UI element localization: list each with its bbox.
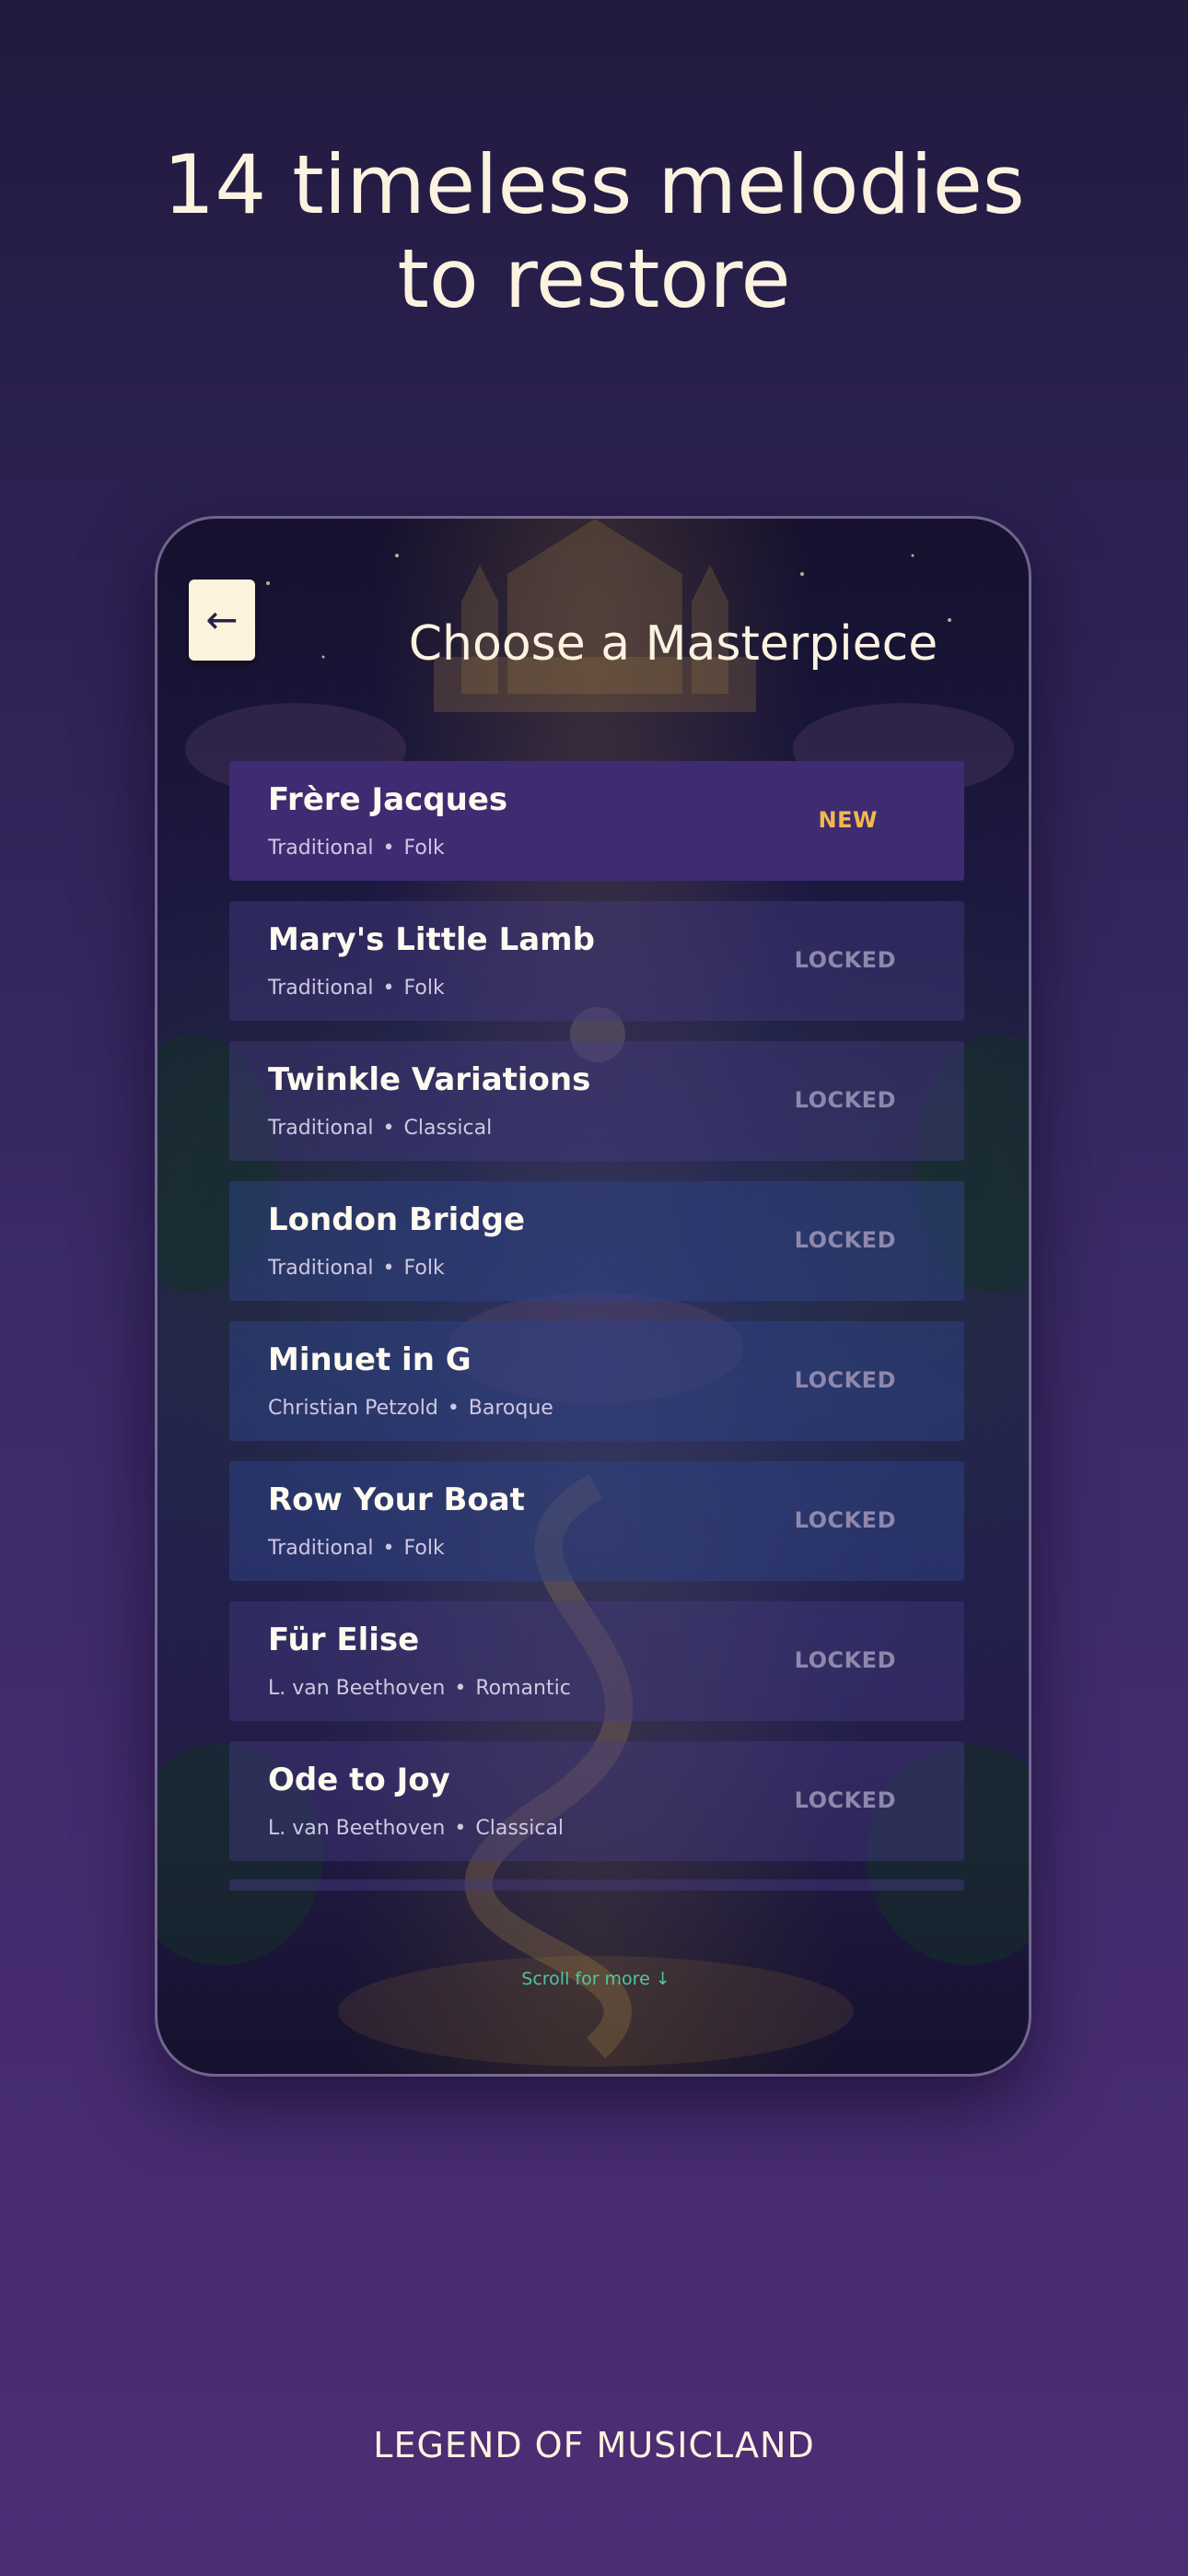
song-meta: Traditional • Folk bbox=[268, 1257, 445, 1280]
song-meta: Traditional • Folk bbox=[268, 977, 445, 1000]
song-composer: Traditional bbox=[268, 837, 374, 860]
status-badge-new: NEW bbox=[818, 807, 878, 833]
song-row-marys-little-lamb[interactable]: Mary's Little Lamb Traditional • Folk LOCK… bbox=[229, 901, 964, 1021]
song-composer: Traditional bbox=[268, 977, 374, 1000]
status-badge-locked: LOCKED bbox=[794, 1787, 896, 1813]
meta-separator: • bbox=[454, 1677, 467, 1700]
song-meta: Traditional • Folk bbox=[268, 837, 445, 860]
song-composer: L. van Beethoven bbox=[268, 1817, 446, 1840]
meta-separator: • bbox=[382, 1257, 395, 1280]
song-meta: L. van Beethoven • Classical bbox=[268, 1817, 564, 1840]
song-list: Frère Jacques Traditional • Folk NEW Mary'… bbox=[229, 761, 964, 1881]
song-meta: Traditional • Classical bbox=[268, 1117, 492, 1140]
arrow-left-icon: ← bbox=[205, 597, 239, 642]
status-badge-locked: LOCKED bbox=[794, 1087, 896, 1113]
song-row-fur-elise[interactable]: Für Elise L. van Beethoven • Romantic LOCK… bbox=[229, 1601, 964, 1721]
meta-separator: • bbox=[382, 977, 395, 1000]
status-badge-locked: LOCKED bbox=[794, 1367, 896, 1393]
song-title: Row Your Boat bbox=[268, 1481, 525, 1518]
list-item-partial[interactable] bbox=[229, 1879, 964, 1891]
song-composer: Traditional bbox=[268, 1537, 374, 1560]
meta-separator: • bbox=[382, 1537, 395, 1560]
song-genre: Classical bbox=[475, 1817, 565, 1840]
song-title: Twinkle Variations bbox=[268, 1061, 591, 1098]
status-badge-locked: LOCKED bbox=[794, 1227, 896, 1253]
meta-separator: • bbox=[454, 1817, 467, 1840]
brand-name: LEGEND OF MUSICLAND bbox=[373, 2425, 815, 2465]
song-title: Ode to Joy bbox=[268, 1762, 450, 1798]
meta-separator: • bbox=[382, 837, 395, 860]
song-meta: L. van Beethoven • Romantic bbox=[268, 1677, 571, 1700]
meta-separator: • bbox=[447, 1397, 460, 1420]
song-meta: Traditional • Folk bbox=[268, 1537, 445, 1560]
headline-line-1: 14 timeless melodies bbox=[163, 137, 1025, 232]
song-genre: Classical bbox=[403, 1117, 493, 1140]
song-meta: Christian Petzold • Baroque bbox=[268, 1397, 553, 1420]
scroll-hint[interactable]: Scroll for more ↓ bbox=[157, 1969, 1029, 1989]
song-row-minuet-in-g[interactable]: Minuet in G Christian Petzold • Baroque LO… bbox=[229, 1321, 964, 1441]
status-badge-locked: LOCKED bbox=[794, 947, 896, 973]
song-row-row-your-boat[interactable]: Row Your Boat Traditional • Folk LOCKED bbox=[229, 1461, 964, 1581]
back-button[interactable]: ← bbox=[189, 580, 255, 661]
status-badge-locked: LOCKED bbox=[794, 1507, 896, 1533]
song-genre: Baroque bbox=[468, 1397, 553, 1420]
song-title: Frère Jacques bbox=[268, 781, 508, 818]
status-badge-locked: LOCKED bbox=[794, 1647, 896, 1673]
song-composer: Traditional bbox=[268, 1257, 374, 1280]
song-row-ode-to-joy[interactable]: Ode to Joy L. van Beethoven • Classical LO… bbox=[229, 1741, 964, 1861]
song-row-frere-jacques[interactable]: Frère Jacques Traditional • Folk NEW bbox=[229, 761, 964, 881]
song-genre: Folk bbox=[403, 837, 445, 860]
headline-line-2: to restore bbox=[397, 231, 791, 326]
song-title: Mary's Little Lamb bbox=[268, 921, 595, 958]
song-composer: Traditional bbox=[268, 1117, 374, 1140]
song-composer: Christian Petzold bbox=[268, 1397, 438, 1420]
song-title: Für Elise bbox=[268, 1622, 420, 1658]
song-genre: Folk bbox=[403, 1257, 445, 1280]
song-genre: Folk bbox=[403, 977, 445, 1000]
screen-title: Choose a Masterpiece bbox=[408, 616, 938, 672]
device-screen: ← Choose a Masterpiece Frère Jacques Tra… bbox=[155, 516, 1031, 2077]
meta-separator: • bbox=[382, 1117, 395, 1140]
song-genre: Romantic bbox=[475, 1677, 571, 1700]
song-row-twinkle-variations[interactable]: Twinkle Variations Traditional • Classical… bbox=[229, 1041, 964, 1161]
song-row-london-bridge[interactable]: London Bridge Traditional • Folk LOCKED bbox=[229, 1181, 964, 1301]
song-genre: Folk bbox=[403, 1537, 445, 1560]
song-title: London Bridge bbox=[268, 1201, 526, 1238]
song-title: Minuet in G bbox=[268, 1341, 472, 1378]
song-composer: L. van Beethoven bbox=[268, 1677, 446, 1700]
headline: 14 timeless melodies to restore bbox=[0, 138, 1188, 326]
